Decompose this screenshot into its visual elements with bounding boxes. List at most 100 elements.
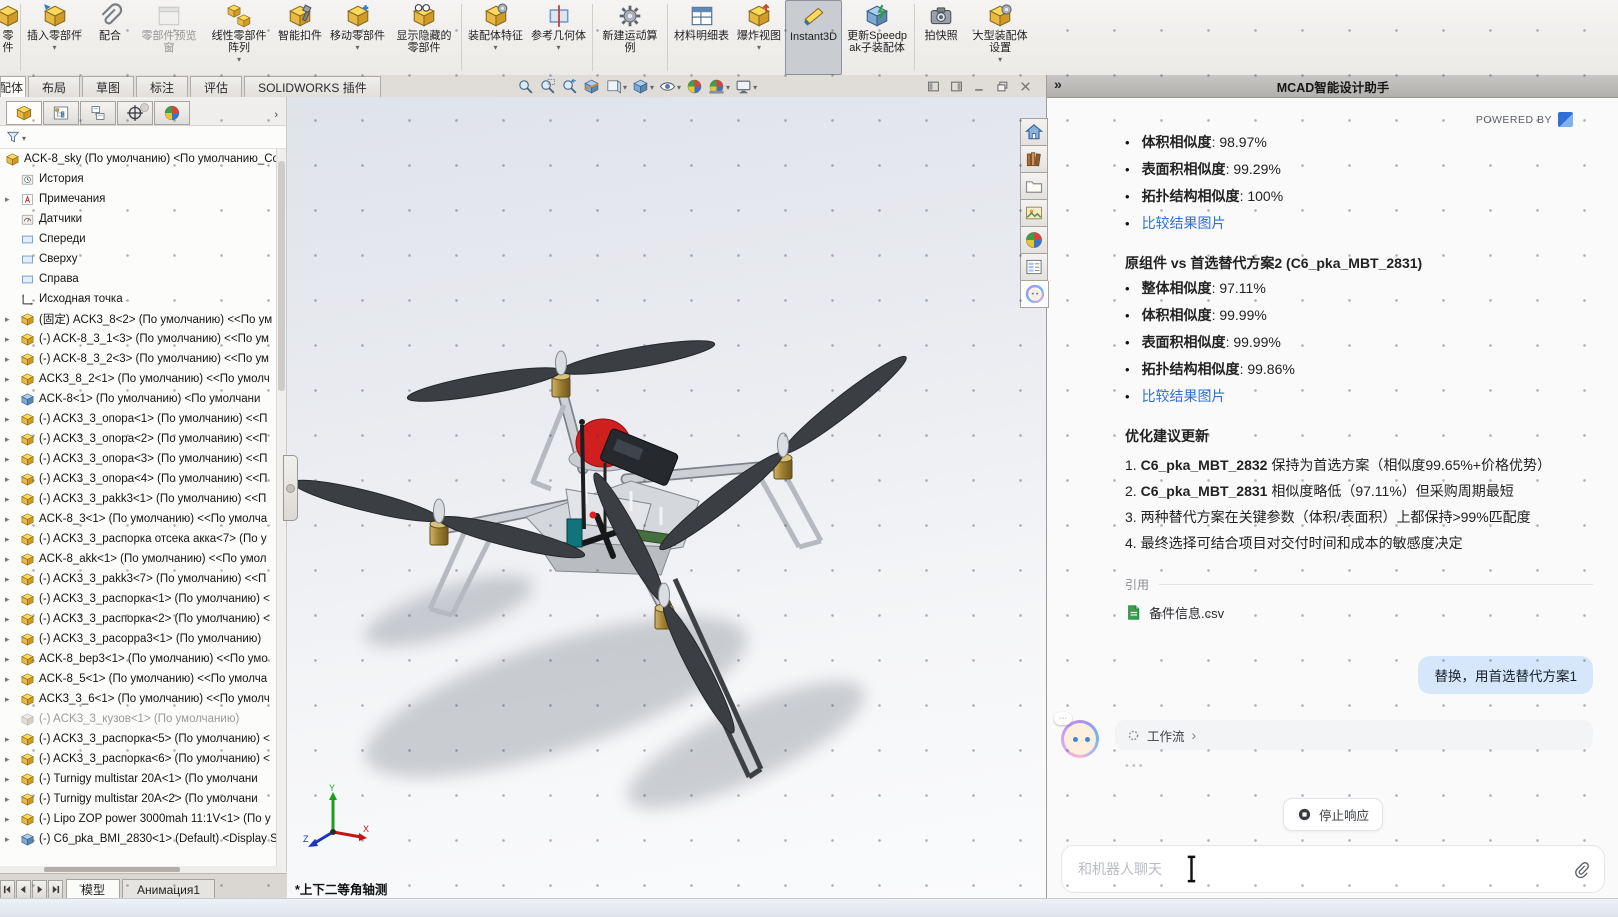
tree-item[interactable]: (-) ACK-8_3_2<3> (По умолчанию) <<По ум <box>0 349 277 369</box>
previous-view-icon[interactable] <box>560 77 579 96</box>
expand-arrow-icon[interactable] <box>5 654 20 665</box>
tab-solidworks-addins[interactable]: SOLIDWORKS 插件 <box>244 76 381 97</box>
chat-input-box[interactable] <box>1061 845 1605 893</box>
expand-arrow-icon[interactable] <box>5 814 20 825</box>
dock-pane-left-icon[interactable] <box>927 80 940 93</box>
tree-item[interactable]: (-) ACK3_3_распорка<2> (По умолчанию) < <box>0 609 277 629</box>
reference-file-chip[interactable]: 备件信息.csv <box>1125 603 1593 622</box>
tree-item-suppressed[interactable]: (-) ACK3_3_кузов<1> (По умолчанию) <box>0 709 277 729</box>
tree-item[interactable]: Датчики <box>0 209 277 229</box>
expand-arrow-icon[interactable] <box>5 434 20 445</box>
ribbon-button-part-cut[interactable]: 零件 <box>0 0 18 75</box>
ribbon-button-reference-geometry[interactable]: 参考几何体 <box>527 0 590 75</box>
tree-item[interactable]: (-) ACK3_3_pakk3<7> (По умолчанию) <<П <box>0 569 277 589</box>
tree-item[interactable]: ACK-8_akk<1> (По умолчанию) <<По умол <box>0 549 277 569</box>
expand-arrow-icon[interactable] <box>5 634 20 645</box>
stop-response-button[interactable]: 停止响应 <box>1283 798 1383 831</box>
tree-item[interactable]: (-) ACK3_3_опора<3> (По умолчанию) <<П <box>0 449 277 469</box>
tree-item[interactable]: (-) ACK3_3_pakk3<1> (По умолчанию) <<П <box>0 489 277 509</box>
tree-filter-row[interactable] <box>0 126 286 149</box>
tree-item[interactable]: Сверху <box>0 249 277 269</box>
expand-arrow-icon[interactable] <box>5 574 20 585</box>
tree-item[interactable]: (-) Turnigy multistar 20A<1> (По умолчан… <box>0 769 277 789</box>
ribbon-button-instant3d[interactable]: Instant3D <box>785 0 842 75</box>
tab-nav-first-icon[interactable] <box>0 880 15 899</box>
tree-item[interactable]: (-) Lipo ZOP power 3000mah 11:1V<1> (По … <box>0 809 277 829</box>
ribbon-button-show-hidden[interactable]: 显示隐藏的零部件 <box>389 0 459 75</box>
view-settings-icon[interactable] <box>734 76 758 96</box>
attach-file-icon[interactable] <box>1573 861 1590 878</box>
tree-item[interactable]: (-) ACK3_3_опора<1> (По умолчанию) <<П <box>0 409 277 429</box>
expand-arrow-icon[interactable] <box>5 394 20 405</box>
ribbon-button-update-speedpak[interactable]: 更新Speedpak子装配体 <box>842 0 912 75</box>
tree-item[interactable]: ACK3_3_6<1> (По умолчанию) <<По умолч <box>0 689 277 709</box>
expand-arrow-icon[interactable] <box>5 514 20 525</box>
tree-item-root[interactable]: ACK-8_sky (По умолчанию) <По умолчанию_С… <box>0 149 277 169</box>
ribbon-button-insert-component[interactable]: 插入零部件 <box>23 0 86 75</box>
tree-item[interactable]: (-) ACK3_3_распорка отсека акка<7> (По у <box>0 529 277 549</box>
expand-arrow-icon[interactable] <box>5 694 20 705</box>
ribbon-button-new-motion-study[interactable]: 新建运动算例 <box>595 0 665 75</box>
expand-arrow-icon[interactable] <box>5 314 20 325</box>
pane-collapse-dot[interactable] <box>140 103 149 112</box>
tree-item[interactable]: (-) ACK3_3_опора<2> (По умолчанию) <<П <box>0 429 277 449</box>
tree-item[interactable]: Примечания <box>0 189 277 209</box>
restore-icon[interactable] <box>996 80 1009 93</box>
ribbon-button-smart-fasteners[interactable]: 智能扣件 <box>274 0 326 75</box>
tab-markup[interactable]: 标注 <box>136 76 188 97</box>
dock-pane-right-icon[interactable] <box>950 80 963 93</box>
section-view-icon[interactable] <box>582 77 601 96</box>
design-library-icon[interactable] <box>1020 146 1048 173</box>
tree-item[interactable]: История <box>0 169 277 189</box>
tree-horizontal-scrollbar[interactable] <box>0 866 282 873</box>
apply-scene-icon[interactable] <box>707 76 731 96</box>
ribbon-button-assembly-features[interactable]: 装配体特征 <box>464 0 527 75</box>
expand-arrow-icon[interactable] <box>5 754 20 765</box>
compare-result-link[interactable]: 比较结果图片 <box>1142 383 1226 410</box>
ribbon-button-bill-of-materials[interactable]: 材料明细表 <box>670 0 733 75</box>
expand-arrow-icon[interactable] <box>5 534 20 545</box>
expand-arrow-icon[interactable] <box>5 614 20 625</box>
close-icon[interactable] <box>1019 80 1032 93</box>
ribbon-button-take-snapshot[interactable]: 拍快照 <box>917 0 965 75</box>
tab-assembly[interactable]: 装配体 <box>0 76 26 97</box>
tab-configuration-manager[interactable] <box>80 101 116 125</box>
tab-feature-tree[interactable] <box>6 101 42 125</box>
expand-arrow-icon[interactable] <box>5 554 20 565</box>
expand-arrow-icon[interactable] <box>5 674 20 685</box>
tree-item[interactable]: Спереди <box>0 229 277 249</box>
tab-nav-prev-icon[interactable] <box>16 880 31 899</box>
appearances-icon[interactable] <box>1020 227 1048 254</box>
tab-nav-next-icon[interactable] <box>32 880 47 899</box>
tree-item[interactable]: ACK-8_3<1> (По умолчанию) <<По умолча <box>0 509 277 529</box>
expand-arrow-icon[interactable] <box>5 414 20 425</box>
expand-arrow-icon[interactable] <box>5 794 20 805</box>
expand-arrow-icon[interactable] <box>5 374 20 385</box>
view-orientation-icon[interactable] <box>604 76 628 96</box>
expand-arrow-icon[interactable] <box>5 594 20 605</box>
zoom-fit-icon[interactable] <box>516 77 535 96</box>
tab-display-manager[interactable] <box>154 101 190 125</box>
tab-animation[interactable]: Анимация1 <box>122 879 215 899</box>
tree-item[interactable]: (-) ACK3_3_распорка<5> (По умолчанию) < <box>0 729 277 749</box>
ribbon-button-move-component[interactable]: 移动零部件 <box>326 0 389 75</box>
expand-arrow-icon[interactable] <box>5 194 20 205</box>
ribbon-button-exploded-view[interactable]: 爆炸视图 <box>733 0 785 75</box>
expand-arrow-icon[interactable] <box>5 334 20 345</box>
minimize-icon[interactable] <box>973 80 986 93</box>
tree-item[interactable]: ACK-8_5<1> (По умолчанию) <<По умолча <box>0 669 277 689</box>
tab-layout[interactable]: 布局 <box>28 76 80 97</box>
expand-arrow-icon[interactable] <box>5 354 20 365</box>
workflow-chip[interactable]: 工作流 <box>1115 720 1593 750</box>
tree-item[interactable]: ACK3_8_2<1> (По умолчанию) <<По умолч <box>0 369 277 389</box>
tab-model[interactable]: 模型 <box>66 879 120 899</box>
edit-appearance-icon[interactable] <box>685 77 704 96</box>
tree-item[interactable]: (-) ACK-8_3_1<3> (По умолчанию) <<По ум <box>0 329 277 349</box>
expand-arrow-icon[interactable] <box>5 454 20 465</box>
expand-arrow-icon[interactable] <box>5 774 20 785</box>
tabs-overflow-chevron-icon[interactable]: › <box>274 109 278 121</box>
tree-item[interactable]: (固定) ACK3_8<2> (По умолчанию) <<По ум <box>0 309 277 329</box>
graphics-viewport[interactable]: Y X Z *上下二等角轴测 <box>287 97 1046 898</box>
tab-nav-last-icon[interactable] <box>48 880 63 899</box>
mcad-assistant-icon[interactable] <box>1020 281 1049 308</box>
